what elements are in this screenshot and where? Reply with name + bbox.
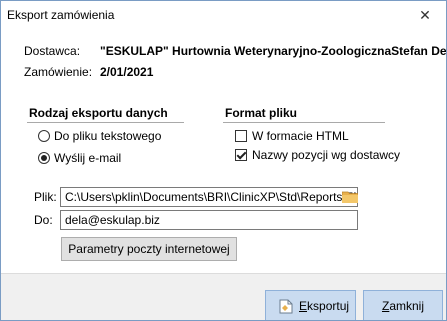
export-order-dialog: Eksport zamówienia ✕ Dostawca: "ESKULAP"… xyxy=(0,0,447,321)
to-label: Do: xyxy=(34,213,53,227)
export-icon xyxy=(279,299,293,314)
close-icon[interactable]: ✕ xyxy=(410,4,440,26)
checkbox-html-label[interactable]: W formacie HTML xyxy=(252,129,349,143)
title-bar: Eksport zamówienia ✕ xyxy=(1,1,446,31)
close-button-label: Zamknij xyxy=(381,299,425,313)
order-value: 2/01/2021 xyxy=(100,65,154,79)
file-format-divider xyxy=(223,122,385,123)
file-path-input[interactable]: C:\Users\pklin\Documents\BRI\ClinicXP\St… xyxy=(60,187,358,207)
radio-email-label[interactable]: Wyślij e-mail xyxy=(54,151,121,165)
export-button[interactable]: Eksportuj xyxy=(265,290,356,320)
file-label: Plik: xyxy=(34,190,57,204)
checkbox-supplier-names[interactable] xyxy=(235,149,247,161)
close-button[interactable]: Zamknij xyxy=(363,290,443,320)
export-button-label: Eksportuj xyxy=(299,299,350,313)
mail-parameters-button[interactable]: Parametry poczty internetowej xyxy=(61,237,237,261)
export-type-title: Rodzaj eksportu danych xyxy=(29,106,168,120)
button-panel: Eksportuj Zamknij xyxy=(1,273,446,320)
supplier-label: Dostawca: xyxy=(24,44,81,58)
folder-icon[interactable] xyxy=(342,191,358,203)
email-to-input[interactable]: dela@eskulap.biz xyxy=(60,210,358,230)
window-title: Eksport zamówienia xyxy=(7,8,115,22)
checkbox-html[interactable] xyxy=(235,130,247,142)
export-type-divider xyxy=(27,122,184,123)
radio-text-file-label[interactable]: Do pliku tekstowego xyxy=(54,129,161,143)
file-format-title: Format pliku xyxy=(225,106,298,120)
checkbox-supplier-names-label[interactable]: Nazwy pozycji wg dostawcy xyxy=(252,148,400,162)
radio-email[interactable] xyxy=(38,152,50,164)
radio-text-file[interactable] xyxy=(38,130,50,142)
supplier-value: "ESKULAP" Hurtownia Weterynaryjno-Zoolog… xyxy=(100,44,447,58)
order-label: Zamówienie: xyxy=(24,65,93,79)
